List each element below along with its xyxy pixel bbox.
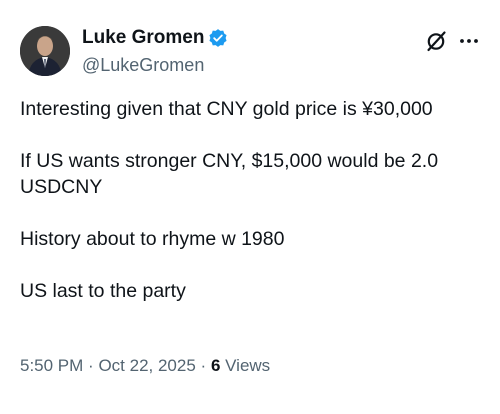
tweet-time[interactable]: 5:50 PM xyxy=(20,356,83,375)
views-count: 6 xyxy=(210,356,221,375)
avatar[interactable] xyxy=(20,26,70,76)
author-handle[interactable]: @LukeGromen xyxy=(82,54,204,76)
grok-icon[interactable] xyxy=(424,29,448,53)
tweet-card: Luke Gromen @LukeGromen Interesting give… xyxy=(0,0,500,414)
tweet-date[interactable]: Oct 22, 2025 xyxy=(98,356,195,375)
tweet-paragraph: If US wants stronger CNY, $15,000 would … xyxy=(20,150,439,198)
tweet-paragraph: US last to the party xyxy=(20,280,186,302)
meta-separator: · xyxy=(88,356,94,375)
more-options-icon[interactable] xyxy=(457,30,481,52)
verified-badge-icon[interactable] xyxy=(208,28,228,48)
meta-separator: · xyxy=(200,356,207,375)
tweet-meta: 5:50 PM · Oct 22, 2025 · 6 Views xyxy=(20,355,270,377)
tweet-paragraph: History about to rhyme w 1980 xyxy=(20,228,285,250)
author-display-name[interactable]: Luke Gromen xyxy=(82,27,204,49)
views-label: Views xyxy=(225,356,271,375)
tweet-paragraph: Interesting given that CNY gold price is… xyxy=(20,98,433,120)
author-name-row: Luke Gromen xyxy=(82,27,228,49)
tweet-text: Interesting given that CNY gold price is… xyxy=(20,96,495,330)
